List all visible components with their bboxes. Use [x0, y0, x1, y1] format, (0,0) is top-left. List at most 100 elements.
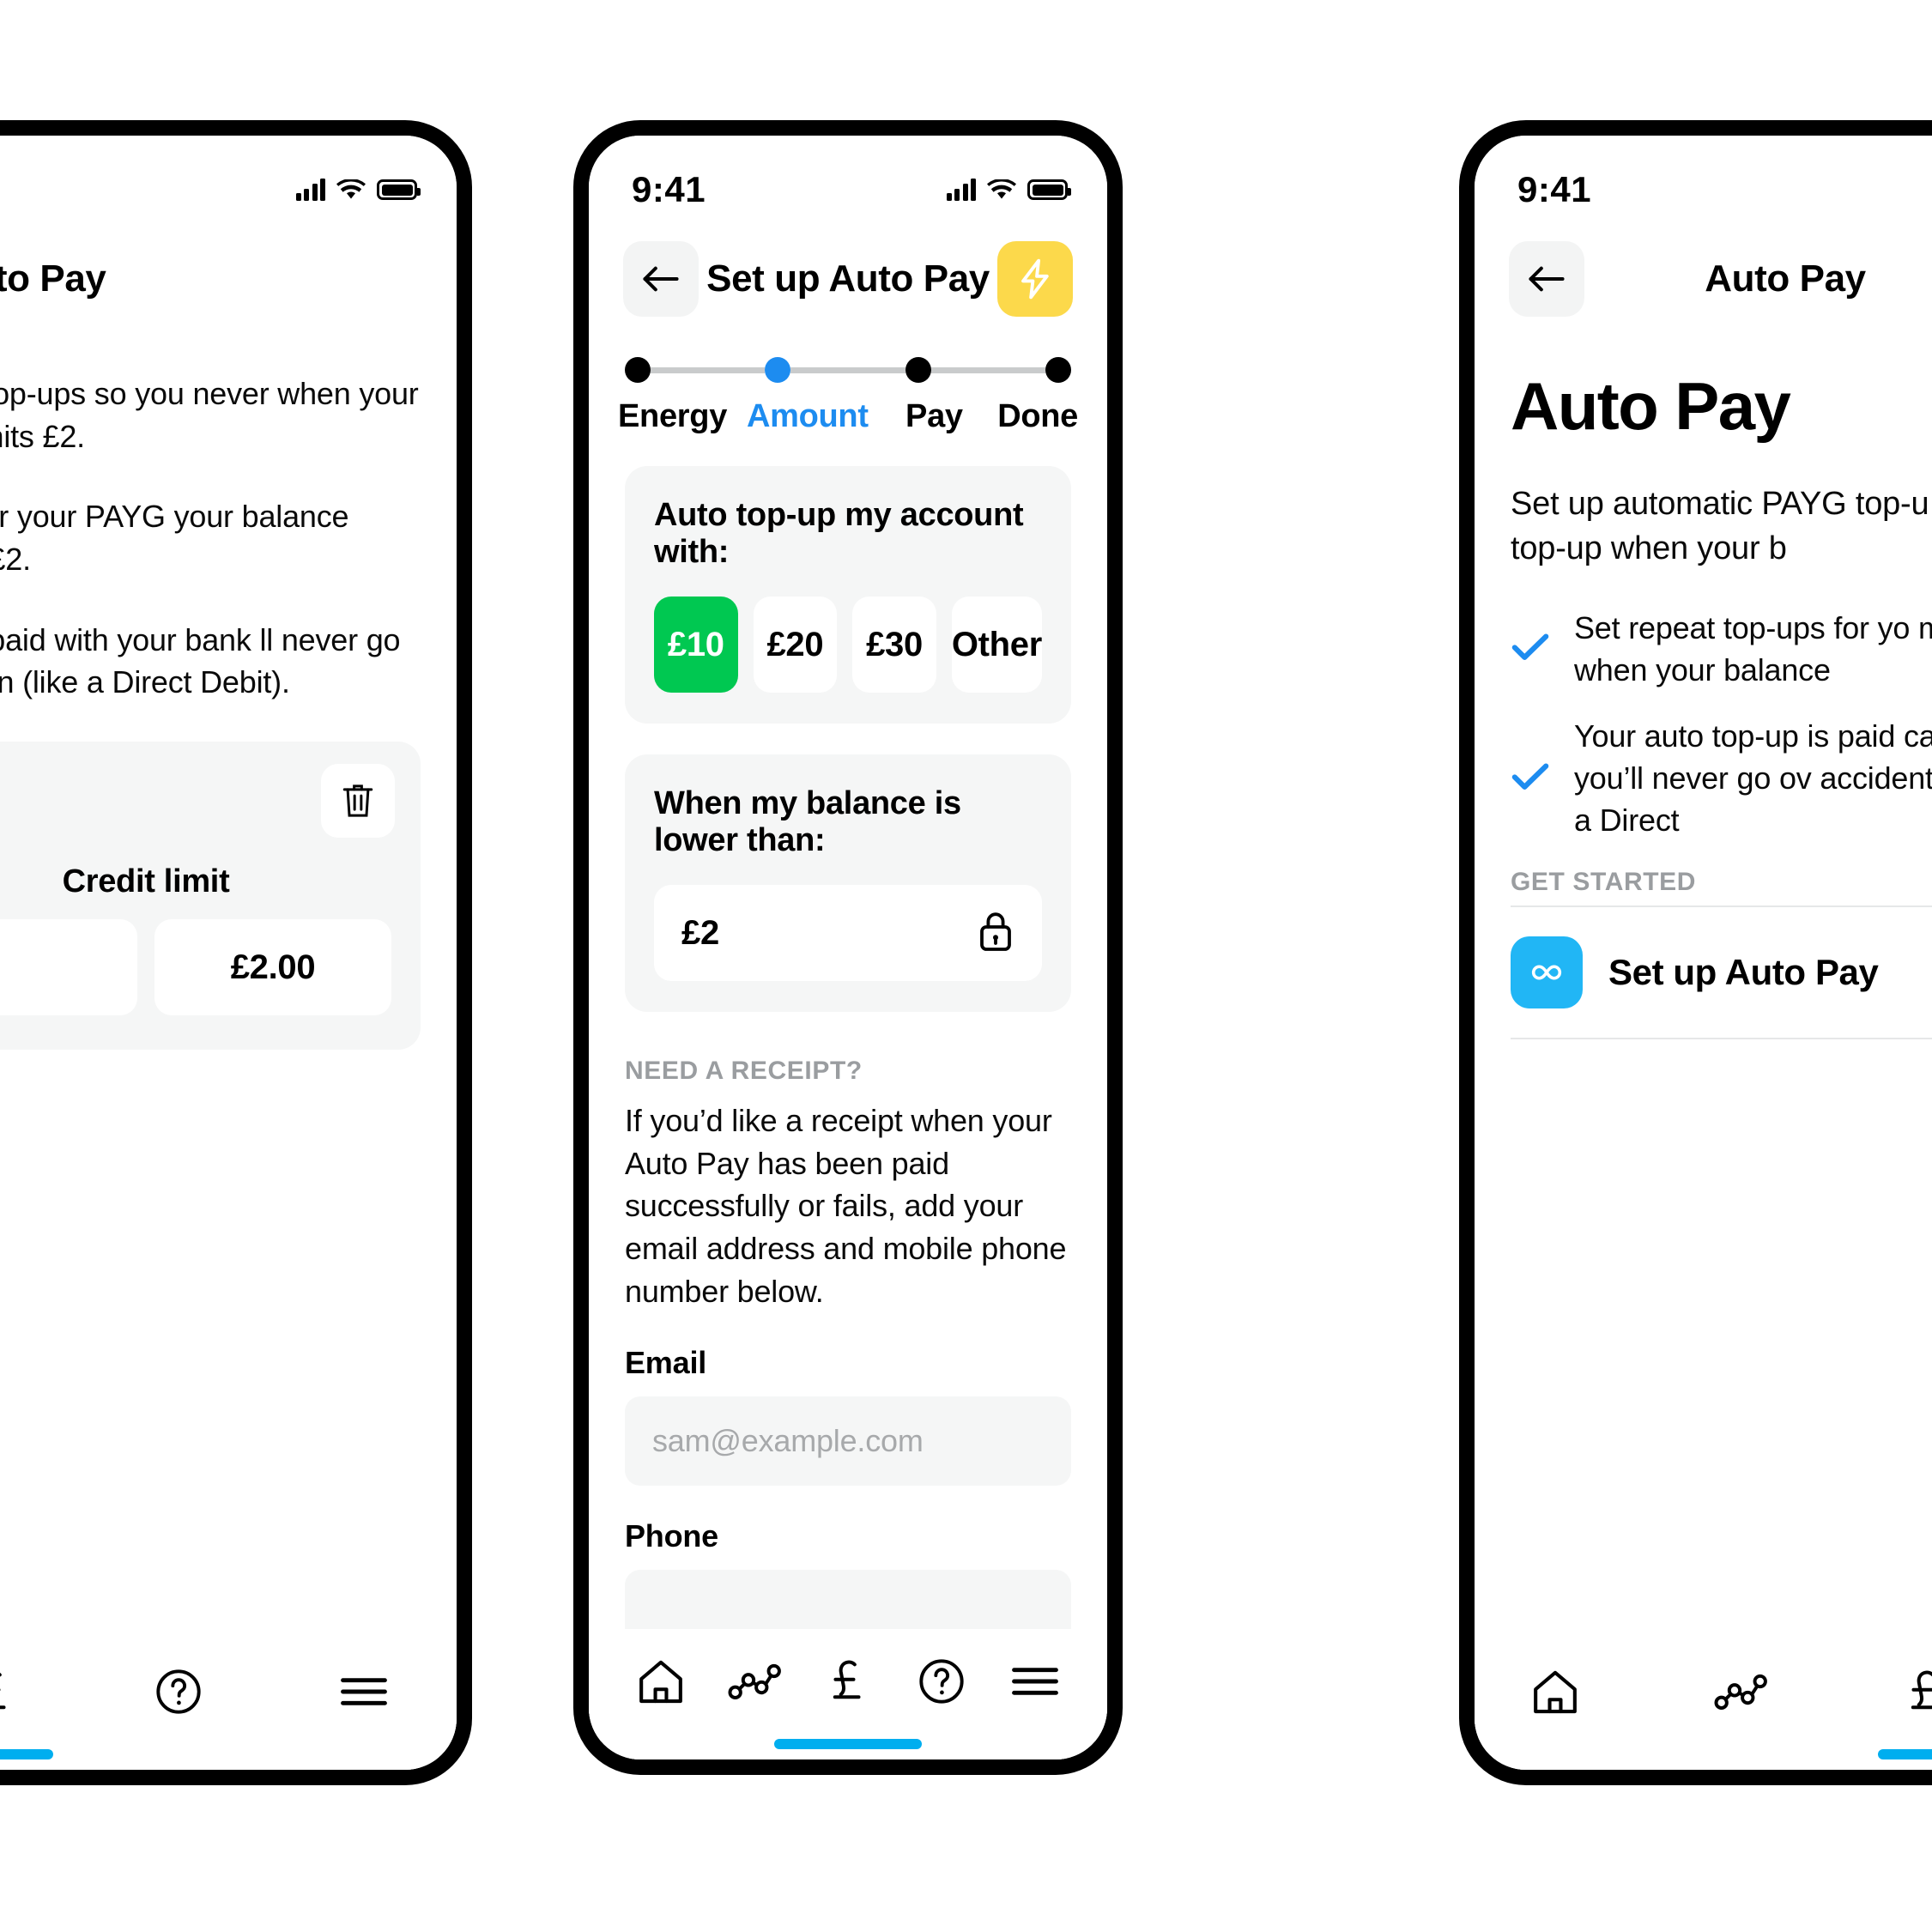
balance-threshold-field[interactable]: £2	[654, 885, 1042, 981]
stepper-dot-amount[interactable]	[765, 357, 791, 383]
tab-usage[interactable]	[1699, 1650, 1782, 1733]
balance-threshold-title: When my balance is lower than:	[654, 785, 961, 858]
home-indicator	[774, 1739, 922, 1749]
page-title: Set up Auto Pay	[706, 257, 990, 300]
page-title: Auto Pay	[1705, 257, 1866, 300]
phone-left: Auto Pay c PAYG top-ups so you never whe…	[0, 120, 472, 1785]
lock-icon	[977, 909, 1014, 958]
stepper-dot-done[interactable]	[1045, 357, 1071, 383]
wifi-icon	[336, 179, 366, 201]
tab-menu[interactable]	[323, 1650, 405, 1733]
receipt-eyebrow: NEED A RECEIPT?	[625, 1057, 863, 1085]
back-arrow-icon[interactable]	[1509, 241, 1584, 317]
stepper-line-2	[790, 366, 905, 373]
home-indicator	[0, 1749, 53, 1759]
cellular-signal-icon	[295, 179, 325, 201]
list-item: Your auto top-up is paid card, so you’ll…	[1511, 716, 1932, 842]
email-label: Email	[625, 1345, 707, 1381]
set-up-auto-pay-label: Set up Auto Pay	[1608, 951, 1879, 992]
stepper-label-amount[interactable]: Amount	[744, 398, 871, 435]
paragraph-1: op-ups for your PAYG your balance reache…	[0, 499, 349, 578]
page-title: Auto Pay	[0, 257, 106, 300]
tab-home[interactable]	[620, 1640, 702, 1723]
tab-help[interactable]	[900, 1640, 983, 1723]
battery-full-icon	[377, 179, 421, 200]
phone-right-screen: 9:41 Auto Pay Auto Pay Set up automatic …	[1475, 136, 1932, 1770]
email-input[interactable]	[625, 1396, 1071, 1487]
phone-right-content: Auto Pay Set up automatic PAYG top-u for…	[1475, 367, 1932, 1039]
status-time: 9:41	[632, 169, 706, 209]
infinity-icon	[1511, 936, 1583, 1008]
tab-topup[interactable]	[0, 1650, 34, 1733]
benefit-text: Set repeat top-ups for yo meter when you…	[1574, 609, 1932, 687]
credit-limit-card: Credit limit £2.00	[0, 742, 421, 1051]
get-started-eyebrow: GET STARTED	[1511, 867, 1697, 896]
balance-threshold-value: £2	[681, 913, 719, 952]
credit-limit-fields: £2.00	[0, 919, 391, 1016]
tab-usage[interactable]	[713, 1640, 796, 1723]
tab-bar-right	[1475, 1639, 1932, 1770]
status-time: 9:41	[1517, 169, 1592, 209]
tab-topup[interactable]	[807, 1640, 889, 1723]
phone-left-content: c PAYG top-ups so you never when your ba…	[0, 321, 457, 1051]
amount-option-30[interactable]: £30	[852, 597, 936, 693]
tab-menu[interactable]	[994, 1640, 1076, 1723]
screenshot-stage: Auto Pay c PAYG top-ups so you never whe…	[0, 0, 1932, 1932]
battery-full-icon	[1027, 179, 1071, 200]
benefit-text: Your auto top-up is paid card, so you’ll…	[1574, 718, 1932, 838]
nav-bar-center: Set up Auto Pay	[589, 218, 1107, 321]
stepper-label-done[interactable]: Done	[997, 398, 1078, 435]
stepper-dot-energy[interactable]	[625, 357, 651, 383]
stepper-label-energy[interactable]: Energy	[618, 398, 727, 435]
credit-limit-field-prev[interactable]	[0, 919, 137, 1016]
list-item: Set repeat top-ups for yo meter when you…	[1511, 608, 1932, 692]
phone-label: Phone	[625, 1518, 719, 1554]
page-heading: Auto Pay	[1511, 368, 1791, 444]
wifi-icon	[987, 179, 1016, 201]
status-bar-left	[0, 136, 457, 218]
receipt-body: If you’d like a receipt when your Auto P…	[625, 1103, 1067, 1309]
balance-threshold-panel: When my balance is lower than: £2	[625, 754, 1071, 1012]
stepper-label-pay[interactable]: Pay	[871, 398, 998, 435]
nav-bar-right: Auto Pay	[1475, 218, 1932, 321]
phone-center-screen: 9:41 Set up Auto Pay Energy Amount Pay D…	[589, 136, 1107, 1759]
status-bar-center: 9:41	[589, 136, 1107, 218]
stepper-line-1	[651, 366, 766, 373]
topup-amount-options: £10 £20 £30 Other	[654, 597, 1042, 693]
tab-home[interactable]	[1514, 1650, 1596, 1733]
phone-center: 9:41 Set up Auto Pay Energy Amount Pay D…	[573, 120, 1123, 1775]
stepper-line-3	[930, 366, 1045, 373]
credit-limit-value[interactable]: £2.00	[154, 919, 391, 1016]
intro-copy: Set up automatic PAYG top-u forget to to…	[1511, 486, 1932, 567]
set-up-auto-pay-row[interactable]: Set up Auto Pay	[1511, 905, 1932, 1039]
stepper-track	[625, 357, 1071, 383]
stepper-dot-pay[interactable]	[905, 357, 931, 383]
home-indicator	[1878, 1749, 1932, 1759]
tab-help[interactable]	[137, 1650, 220, 1733]
paragraph-0: c PAYG top-ups so you never when your ba…	[0, 376, 419, 454]
topup-amount-title: Auto top-up my account with:	[654, 497, 1024, 570]
credit-limit-label: Credit limit	[62, 863, 230, 900]
stepper-labels: Energy Amount Pay Done	[618, 398, 1078, 435]
paragraph-2: op-up is paid with your bank ll never go…	[0, 621, 401, 700]
phone-center-content: Auto top-up my account with: £10 £20 £30…	[589, 466, 1107, 1660]
cellular-signal-icon	[946, 179, 976, 201]
tab-bar-left	[0, 1639, 457, 1770]
check-icon	[1511, 761, 1550, 796]
nav-bar-left: Auto Pay	[0, 218, 457, 321]
phone-right: 9:41 Auto Pay Auto Pay Set up automatic …	[1459, 120, 1932, 1785]
status-icons	[295, 179, 421, 201]
amount-option-other[interactable]: Other	[951, 597, 1042, 693]
status-bar-right: 9:41	[1475, 136, 1932, 218]
amount-option-10[interactable]: £10	[654, 597, 738, 693]
check-icon	[1511, 632, 1550, 667]
back-arrow-icon[interactable]	[623, 241, 699, 317]
tab-topup[interactable]	[1885, 1650, 1932, 1733]
amount-option-20[interactable]: £20	[753, 597, 838, 693]
benefit-list: Set repeat top-ups for yo meter when you…	[1511, 608, 1932, 842]
topup-amount-panel: Auto top-up my account with: £10 £20 £30…	[625, 466, 1071, 724]
phone-left-screen: Auto Pay c PAYG top-ups so you never whe…	[0, 136, 457, 1770]
nav-spacer-right	[347, 241, 422, 317]
lightning-bolt-icon[interactable]	[997, 241, 1073, 317]
trash-icon[interactable]	[321, 764, 395, 839]
